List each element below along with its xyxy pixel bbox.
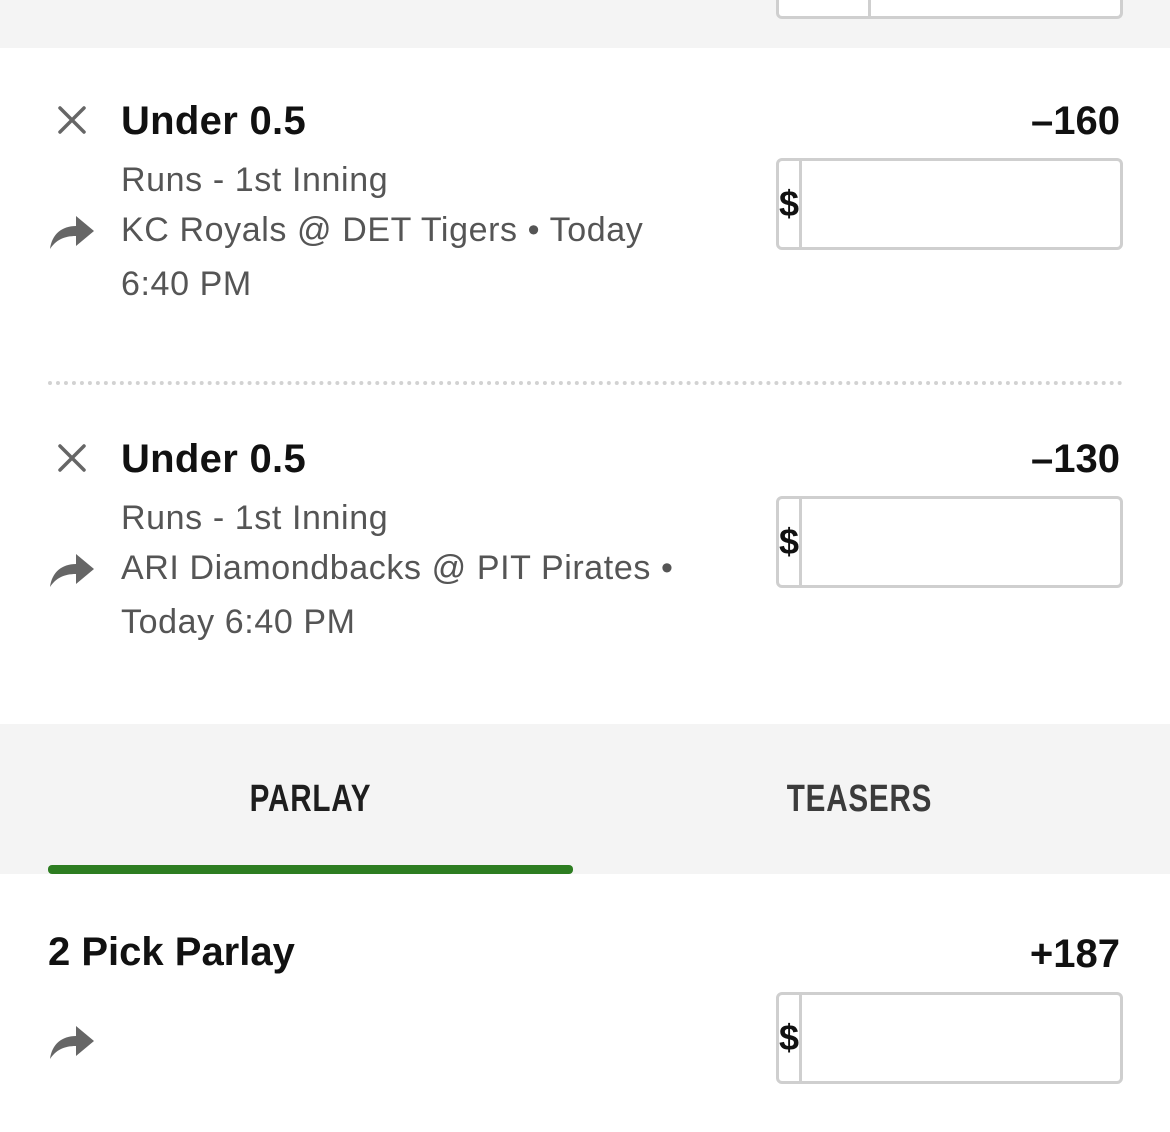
bet-market: Runs - 1st Inning — [121, 161, 389, 199]
bet-market: Runs - 1st Inning — [121, 499, 389, 537]
stake-input[interactable] — [802, 499, 1170, 585]
bet-odds: –160 — [1031, 99, 1120, 143]
previous-bet-strip — [0, 0, 1170, 48]
currency-symbol: $ — [779, 161, 803, 247]
bet-game: KC Royals @ DET Tigers • Today 6:40 PM — [121, 203, 721, 311]
tab-teasers[interactable]: TEASERS — [655, 724, 1065, 874]
parlay-stake-input-group: $ — [776, 992, 1170, 1084]
bet-game-line: KC Royals @ DET Tigers • Today — [121, 211, 644, 249]
parlay-title: 2 Pick Parlay — [48, 930, 295, 974]
share-arrow-icon[interactable] — [48, 212, 96, 252]
parlay-stake-input[interactable] — [802, 995, 1170, 1081]
bet-selection: Under 0.5 — [121, 99, 306, 143]
currency-symbol: $ — [779, 499, 803, 585]
share-arrow-icon[interactable] — [48, 1022, 96, 1062]
share-arrow-icon[interactable] — [48, 550, 96, 590]
stake-input-group: $ — [776, 158, 1170, 250]
active-tab-indicator — [48, 865, 573, 874]
stake-input[interactable] — [802, 161, 1170, 247]
bet-game-line: ARI Diamondbacks @ PIT Pirates • — [121, 549, 674, 587]
stake-input-group: $ — [776, 496, 1170, 588]
bet-game-time: 6:40 PM — [121, 265, 252, 303]
close-icon[interactable] — [56, 104, 88, 136]
close-icon[interactable] — [56, 442, 88, 474]
tab-parlay[interactable]: PARLAY — [106, 724, 516, 874]
bet-type-tabs: PARLAY TEASERS — [0, 724, 1170, 874]
previous-stake-input-edge[interactable] — [776, 0, 1123, 19]
bet-game-time: Today 6:40 PM — [121, 603, 356, 641]
bet-odds: –130 — [1031, 437, 1120, 481]
bet-game: ARI Diamondbacks @ PIT Pirates • Today 6… — [121, 541, 721, 649]
currency-symbol: $ — [779, 995, 803, 1081]
bet-selection: Under 0.5 — [121, 437, 306, 481]
parlay-odds: +187 — [1029, 932, 1120, 976]
bet-divider — [48, 381, 1123, 385]
